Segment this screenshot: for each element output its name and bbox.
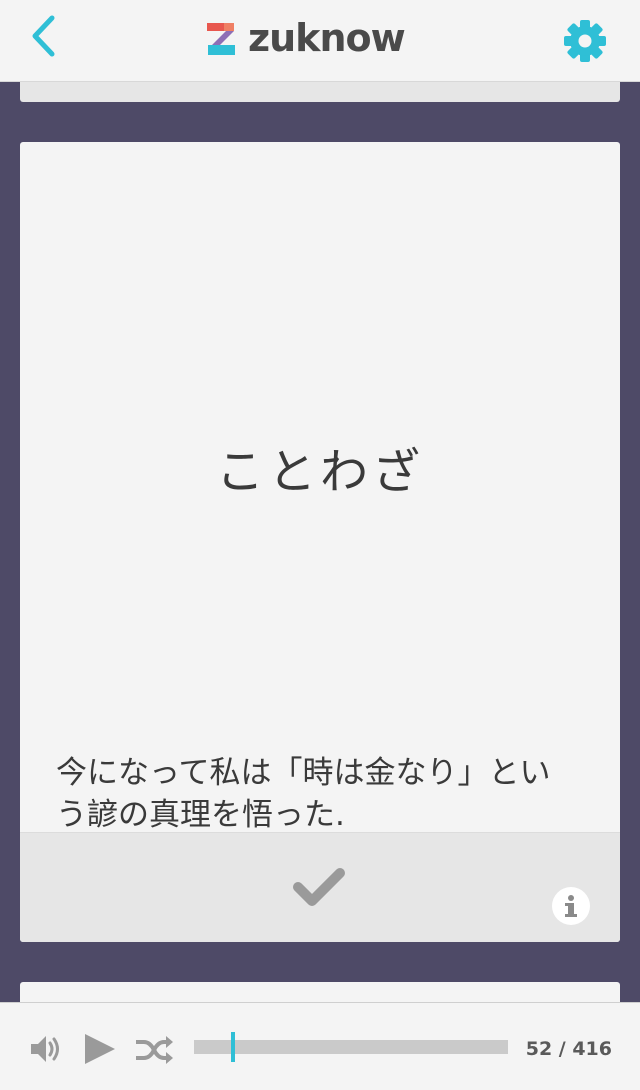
- play-icon: [85, 1034, 115, 1064]
- mark-learned-button[interactable]: [292, 865, 348, 909]
- player-bar: 52 / 416: [0, 1002, 640, 1090]
- play-button[interactable]: [82, 1031, 118, 1067]
- card-example-sentence: 今になって私は「時は金なり」という諺の真理を悟った.: [56, 755, 551, 833]
- logo-text: zuknow: [248, 16, 406, 60]
- app-header: zuknow: [0, 0, 640, 82]
- progress-slider[interactable]: [194, 1032, 508, 1062]
- card-footer: [20, 832, 620, 942]
- checkmark-icon: [293, 868, 345, 906]
- progress-handle[interactable]: [230, 1032, 235, 1062]
- volume-button[interactable]: [28, 1031, 64, 1067]
- back-button[interactable]: [22, 14, 66, 58]
- info-button[interactable]: [552, 887, 590, 925]
- card-counter: 52 / 416: [525, 1038, 612, 1060]
- settings-button[interactable]: [560, 16, 610, 66]
- chevron-left-icon: [32, 15, 55, 57]
- info-icon: [565, 895, 577, 917]
- speaker-icon: [31, 1036, 59, 1062]
- card-word: ことわざ: [215, 444, 424, 500]
- app-logo: zuknow: [204, 16, 406, 60]
- gear-icon: [564, 20, 606, 62]
- flashcard[interactable]: ことわざ 今になって私は「時は金なり」という諺の真理を悟った.: [20, 142, 620, 942]
- zuknow-logo-icon: [207, 23, 235, 55]
- shuffle-icon: [136, 1036, 173, 1064]
- shuffle-button[interactable]: [134, 1033, 174, 1067]
